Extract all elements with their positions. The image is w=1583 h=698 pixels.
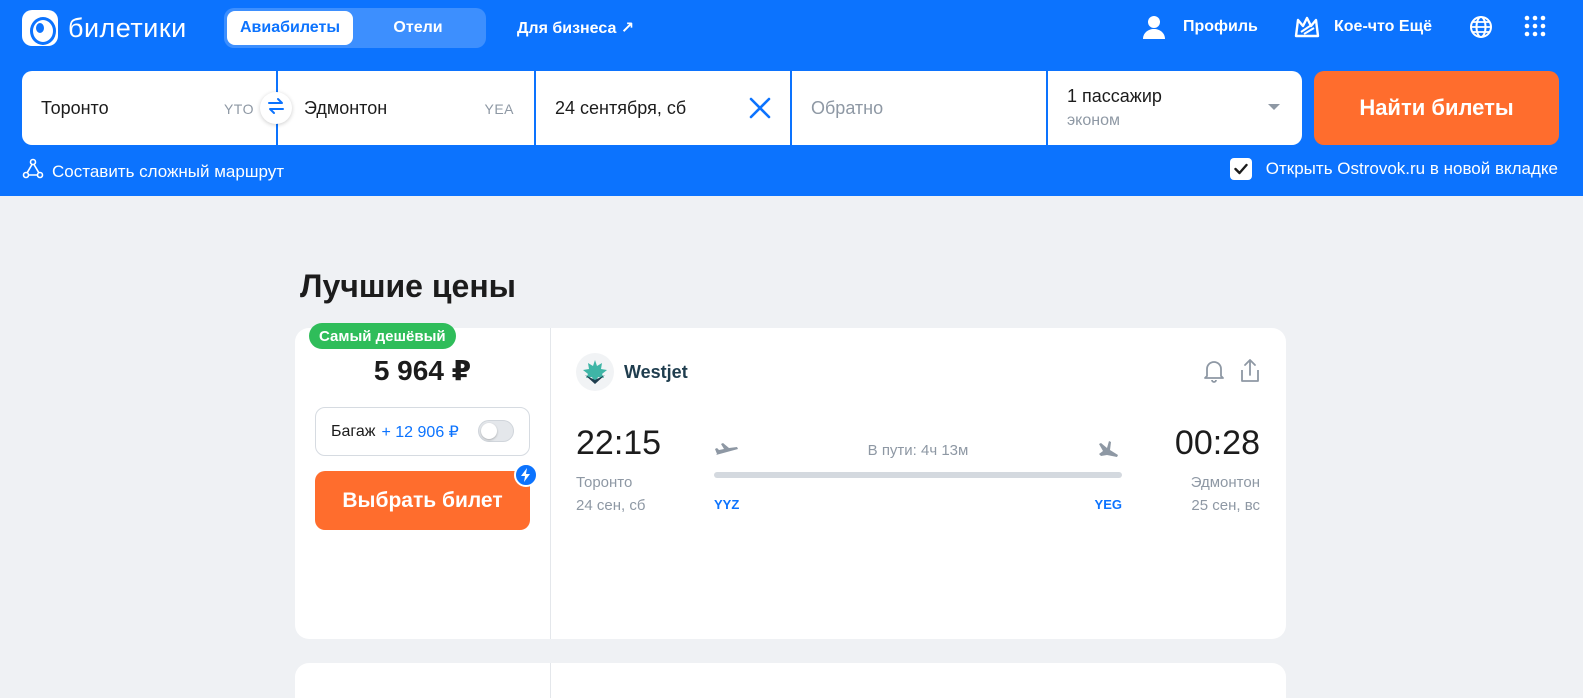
departure-date: 24 сен, сб [576,497,646,514]
top-bar: билетики Авиабилеты Отели Для бизнеса ↗ … [0,0,1583,196]
baggage-toggle[interactable] [478,420,514,442]
tab-flights[interactable]: Авиабилеты [227,11,353,45]
return-date-field[interactable]: Обратно [792,71,1046,145]
departure-time: 22:15 [576,424,662,462]
origin-city: Торонто [41,98,109,118]
departure-date: 24 сентября, сб [555,98,687,118]
apps-menu-button[interactable] [1523,14,1547,38]
cheapest-badge: Самый дешёвый [309,323,456,349]
profile-label: Профиль [1183,18,1258,35]
departure-airport-code: YYZ [714,497,740,512]
destination-city: Эдмонтон [304,98,388,118]
lightning-icon [514,463,538,487]
ticket-actions [1202,358,1262,389]
landing-icon [1096,440,1122,467]
profile-button[interactable]: Профиль [1141,14,1258,40]
route-nodes-icon [22,158,44,185]
product-tabs: Авиабилеты Отели [224,8,486,48]
arrival-city: Эдмонтон [1190,474,1260,491]
user-icon [1141,14,1167,40]
search-form: Торонто YTO Эдмонтон YEA 24 сентября, сб… [22,71,1302,145]
airline-name: Westjet [624,361,688,382]
route-line [714,472,1122,478]
ostrovok-label: Открыть Ostrovok.ru в новой вкладке [1265,159,1558,178]
ticket-price: 5 964 ₽ [373,355,472,386]
arrival-airport-code: YEG [1094,497,1122,512]
chevron-down-icon [1268,104,1280,110]
globe-icon [1468,14,1494,40]
clear-date-icon[interactable] [748,96,772,125]
next-ticket-card [295,663,1286,698]
language-button[interactable] [1468,14,1494,40]
crown-icon [1294,14,1320,40]
baggage-price: + 12 906 ₽ [381,423,459,441]
business-link[interactable]: Для бизнеса ↗ [517,18,634,38]
origin-code: YTO [223,101,254,117]
more-label: Кое-что Ещё [1334,18,1432,35]
logo[interactable]: билетики [22,10,187,46]
logo-icon [22,10,58,46]
cabin-class: эконом [1067,112,1120,129]
passenger-count: 1 пассажир [1067,86,1162,106]
arrival-time: 00:28 [1174,424,1260,462]
logo-text: билетики [68,12,187,43]
destination-code: YEA [484,101,514,117]
swap-button[interactable] [260,92,292,124]
more-button[interactable]: Кое-что Ещё [1294,14,1432,40]
departure-date-field[interactable]: 24 сентября, сб [536,71,790,145]
ostrovok-checkbox-row[interactable]: Открыть Ostrovok.ru в новой вкладке [1229,158,1558,180]
arrival-date: 25 сен, вс [1191,497,1260,514]
card-divider [550,328,551,639]
complex-route-label: Составить сложный маршрут [52,161,285,181]
passengers-field[interactable]: 1 пассажир эконом [1048,71,1302,145]
return-date-placeholder: Обратно [811,98,884,118]
baggage-label: Багаж [331,422,376,440]
grid-icon [1523,14,1547,38]
destination-field[interactable]: Эдмонтон YEA [278,71,534,145]
card-divider [550,663,551,698]
tab-hotels[interactable]: Отели [353,11,483,45]
choose-ticket-button[interactable]: Выбрать билет [315,471,530,530]
airline-logo-icon [576,353,614,391]
baggage-option[interactable]: Багаж + 12 906 ₽ [315,407,530,456]
complex-route-link[interactable]: Составить сложный маршрут [22,158,284,185]
find-tickets-button[interactable]: Найти билеты [1314,71,1559,145]
origin-field[interactable]: Торонто YTO [22,71,292,145]
section-title: Лучшие цены [300,268,516,304]
ostrovok-checkbox[interactable] [1229,158,1252,180]
bell-icon[interactable] [1202,358,1226,389]
checkmark-icon [1234,163,1248,175]
ticket-card: Самый дешёвый 5 964 ₽ Багаж + 12 906 ₽ В… [295,323,1286,639]
airline-info: Westjet [576,353,688,391]
share-icon[interactable] [1238,358,1262,389]
departure-city: Торонто [576,474,633,491]
flight-duration: В пути: 4ч 13м [867,442,969,459]
swap-arrows-icon [266,96,286,121]
